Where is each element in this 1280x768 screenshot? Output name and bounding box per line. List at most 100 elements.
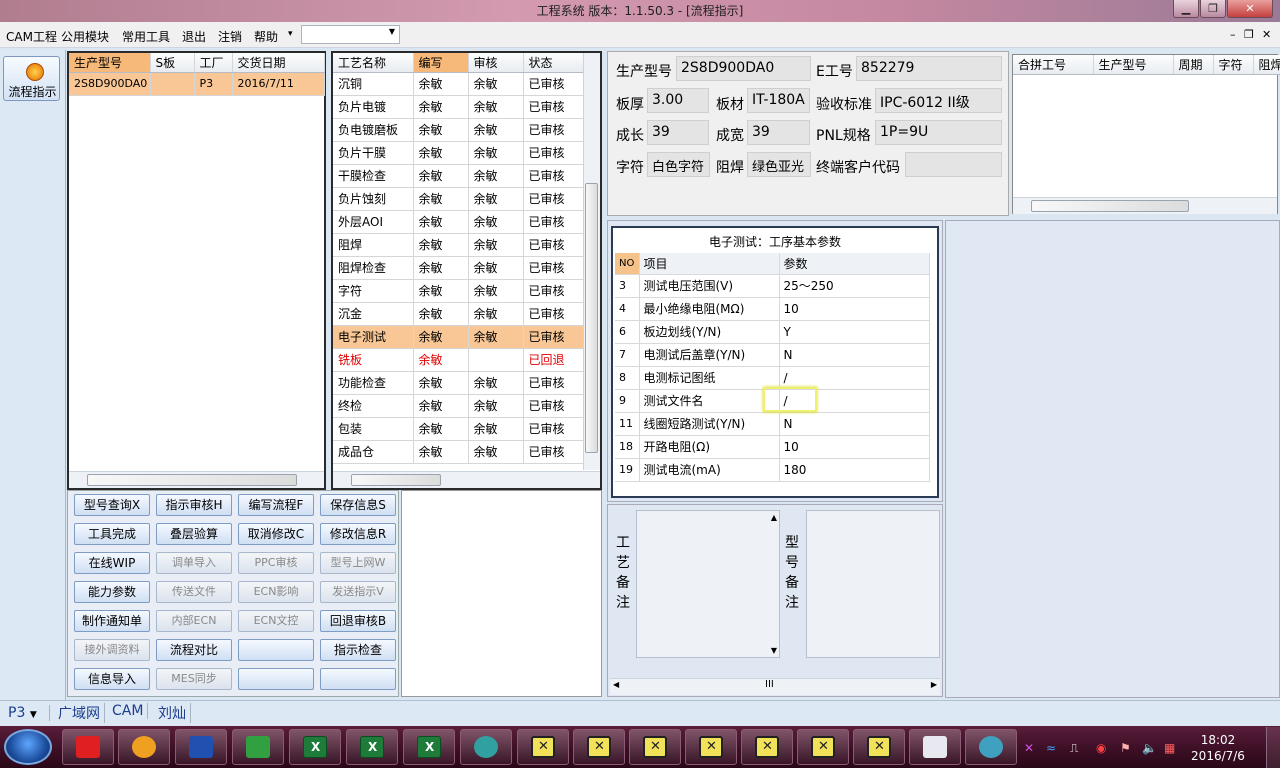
action-button-0-0[interactable]: 型号查询X bbox=[74, 494, 150, 516]
taskbar-app-3[interactable] bbox=[175, 729, 227, 765]
action-button-4-3[interactable]: 回退审核B bbox=[320, 610, 396, 632]
action-button-5-3[interactable]: 指示检查 bbox=[320, 639, 396, 661]
table-row[interactable]: 负片电镀 余敏 余敏 已审核 bbox=[333, 95, 584, 119]
col-model[interactable]: 生产型号 bbox=[69, 53, 151, 73]
scroll-thumb[interactable] bbox=[351, 474, 441, 486]
scroll-thumb[interactable] bbox=[1031, 200, 1189, 212]
craft-remark-textarea[interactable]: ▲ ▼ bbox=[636, 510, 780, 658]
table-row[interactable]: 8 电测标记图纸 / bbox=[615, 366, 930, 390]
taskbar-visio-4[interactable] bbox=[685, 729, 737, 765]
table-row[interactable]: 阻焊 余敏 余敏 已审核 bbox=[333, 233, 584, 257]
action-button-4-2[interactable]: ECN文控 bbox=[238, 610, 314, 632]
table-row[interactable]: 铣板 余敏 已回退 bbox=[333, 348, 584, 372]
taskbar-excel-1[interactable] bbox=[289, 729, 341, 765]
param-value[interactable]: 25～250 bbox=[779, 274, 930, 298]
start-button[interactable] bbox=[4, 729, 52, 765]
table-row[interactable]: 沉铜 余敏 余敏 已审核 bbox=[333, 72, 584, 96]
taskbar-visio-5[interactable] bbox=[741, 729, 793, 765]
table-row[interactable]: 19 测试电流(mA) 180 bbox=[615, 458, 930, 482]
col-merge-mask[interactable]: 阻焊 bbox=[1253, 55, 1280, 75]
table-row[interactable]: 负片蚀刻 余敏 余敏 已审核 bbox=[333, 187, 584, 211]
mdi-minimize-button[interactable]: – bbox=[1230, 28, 1236, 41]
menu-help[interactable]: 帮助 bbox=[254, 28, 278, 45]
taskbar-visio-6[interactable] bbox=[797, 729, 849, 765]
mdi-close-button[interactable]: ✕ bbox=[1262, 28, 1271, 41]
table-row[interactable]: 字符 余敏 余敏 已审核 bbox=[333, 279, 584, 303]
pnl-value[interactable]: 1P=9U bbox=[875, 120, 1002, 145]
taskbar-app-4[interactable] bbox=[232, 729, 284, 765]
taskbar-visio-3[interactable] bbox=[629, 729, 681, 765]
action-button-3-0[interactable]: 能力参数 bbox=[74, 581, 150, 603]
col-merge-char[interactable]: 字符 bbox=[1213, 55, 1254, 75]
table-row[interactable]: 4 最小绝缘电阻(MΩ) 10 bbox=[615, 297, 930, 321]
menu-cam[interactable]: CAM工程 bbox=[6, 28, 57, 45]
process-hscroll[interactable] bbox=[333, 471, 600, 488]
taskbar-app-2[interactable] bbox=[118, 729, 170, 765]
action-button-2-2[interactable]: PPC审核 bbox=[238, 552, 314, 574]
action-button-2-0[interactable]: 在线WIP bbox=[74, 552, 150, 574]
tray-usb-icon[interactable]: ⎍ bbox=[1070, 741, 1078, 756]
tray-flag-icon[interactable]: ⚑ bbox=[1120, 741, 1131, 755]
customer-code-value[interactable] bbox=[905, 152, 1002, 177]
table-row[interactable]: 11 线圈短路测试(Y/N) N bbox=[615, 412, 930, 436]
action-button-6-3[interactable] bbox=[320, 668, 396, 690]
taskbar-visio-2[interactable] bbox=[573, 729, 625, 765]
action-button-1-0[interactable]: 工具完成 bbox=[74, 523, 150, 545]
action-button-3-2[interactable]: ECN影响 bbox=[238, 581, 314, 603]
col-merge-model[interactable]: 生产型号 bbox=[1093, 55, 1174, 75]
table-row[interactable]: 7 电测试后盖章(Y/N) N bbox=[615, 343, 930, 367]
scroll-down-icon[interactable]: ▼ bbox=[771, 646, 777, 655]
table-row[interactable]: 阻焊检查 余敏 余敏 已审核 bbox=[333, 256, 584, 280]
table-row[interactable]: 干膜检查 余敏 余敏 已审核 bbox=[333, 164, 584, 188]
thickness-value[interactable]: 3.00 bbox=[647, 88, 709, 113]
param-value[interactable]: 180 bbox=[779, 458, 930, 482]
scroll-thumb[interactable] bbox=[87, 474, 297, 486]
mask-value[interactable]: 绿色亚光 bbox=[747, 152, 811, 177]
table-row[interactable]: 沉金 余敏 余敏 已审核 bbox=[333, 302, 584, 326]
tray-feather-icon[interactable]: ≈ bbox=[1046, 741, 1056, 755]
table-row[interactable]: 包装 余敏 余敏 已审核 bbox=[333, 417, 584, 441]
action-button-0-3[interactable]: 保存信息S bbox=[320, 494, 396, 516]
param-value[interactable]: 10 bbox=[779, 435, 930, 459]
param-value[interactable]: N bbox=[779, 412, 930, 436]
col-writer[interactable]: 编写 bbox=[413, 53, 469, 73]
col-status[interactable]: 状态 bbox=[523, 53, 584, 73]
close-button[interactable]: ✕ bbox=[1227, 0, 1273, 18]
param-value[interactable]: 10 bbox=[779, 297, 930, 321]
table-row[interactable]: 外层AOI 余敏 余敏 已审核 bbox=[333, 210, 584, 234]
action-button-3-3[interactable]: 发送指示V bbox=[320, 581, 396, 603]
table-row[interactable]: 终检 余敏 余敏 已审核 bbox=[333, 394, 584, 418]
param-value[interactable]: Y bbox=[779, 320, 930, 344]
action-button-1-3[interactable]: 修改信息R bbox=[320, 523, 396, 545]
scroll-grip[interactable]: III bbox=[765, 679, 774, 690]
clock[interactable]: 18:02 2016/7/6 bbox=[1188, 732, 1248, 764]
action-button-6-2[interactable] bbox=[238, 668, 314, 690]
action-button-5-1[interactable]: 流程对比 bbox=[156, 639, 232, 661]
action-button-5-0[interactable]: 接外调资料 bbox=[74, 639, 150, 661]
table-row[interactable]: 2S8D900DA0 P3 2016/7/11 bbox=[69, 72, 325, 96]
taskbar-excel-2[interactable] bbox=[346, 729, 398, 765]
taskbar-visio-7[interactable] bbox=[853, 729, 905, 765]
scroll-up-icon[interactable]: ▲ bbox=[771, 513, 777, 522]
scroll-right-icon[interactable]: ▶ bbox=[931, 680, 937, 689]
minimize-button[interactable]: ▁ bbox=[1173, 0, 1199, 18]
menu-exit[interactable]: 退出 bbox=[182, 28, 206, 45]
action-button-0-2[interactable]: 编写流程F bbox=[238, 494, 314, 516]
col-merge-cycle[interactable]: 周期 bbox=[1173, 55, 1214, 75]
col-reviewer[interactable]: 审核 bbox=[468, 53, 524, 73]
status-factory[interactable]: P3 ▼ bbox=[4, 705, 50, 721]
taskbar-app-16[interactable] bbox=[909, 729, 961, 765]
table-row[interactable]: 3 测试电压范围(V) 25～250 bbox=[615, 274, 930, 298]
length-value[interactable]: 39 bbox=[647, 120, 709, 145]
toolbar-combo[interactable]: ▼ bbox=[301, 25, 400, 44]
action-button-1-1[interactable]: 叠层验算 bbox=[156, 523, 232, 545]
char-value[interactable]: 白色字符 bbox=[647, 152, 710, 177]
taskbar-app-1[interactable] bbox=[62, 729, 114, 765]
table-row[interactable]: 负片干膜 余敏 余敏 已审核 bbox=[333, 141, 584, 165]
table-row[interactable]: 6 板边划线(Y/N) Y bbox=[615, 320, 930, 344]
action-button-3-1[interactable]: 传送文件 bbox=[156, 581, 232, 603]
process-vscroll[interactable] bbox=[583, 53, 600, 470]
col-delivery[interactable]: 交货日期 bbox=[232, 53, 325, 73]
action-button-5-2[interactable] bbox=[238, 639, 314, 661]
show-desktop-button[interactable] bbox=[1266, 727, 1280, 768]
